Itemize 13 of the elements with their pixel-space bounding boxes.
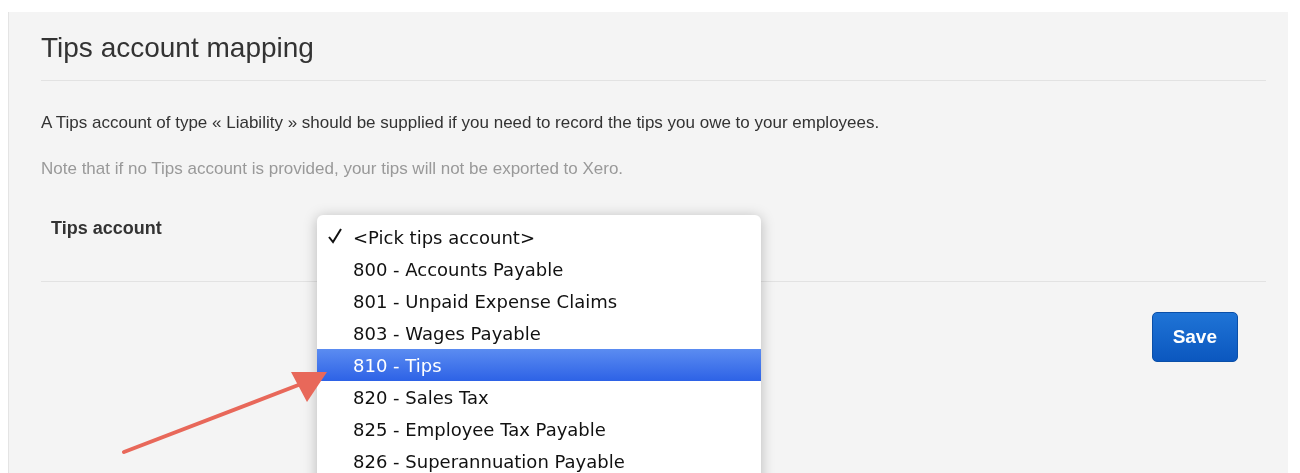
menu-item[interactable]: <Pick tips account> <box>317 221 761 253</box>
note-text: Note that if no Tips account is provided, your tips will not be exported to Xero. <box>41 158 625 180</box>
menu-item[interactable]: 803 - Wages Payable <box>317 317 761 349</box>
section-title: Tips account mapping <box>41 31 315 65</box>
menu-item[interactable]: 810 - Tips <box>317 349 761 381</box>
menu-item[interactable]: 826 - Superannuation Payable <box>317 445 761 473</box>
menu-item[interactable]: 825 - Employee Tax Payable <box>317 413 761 445</box>
field-label: Tips account <box>51 217 162 239</box>
save-button[interactable]: Save <box>1151 312 1238 362</box>
menu-item[interactable]: 820 - Sales Tax <box>317 381 761 413</box>
description-text: A Tips account of type « Liability » should be supplied if you need to record the tips you owe to your employees. <box>41 112 881 134</box>
menu-item[interactable]: 800 - Accounts Payable <box>317 253 761 285</box>
menu-item[interactable]: 801 - Unpaid Expense Claims <box>317 285 761 317</box>
